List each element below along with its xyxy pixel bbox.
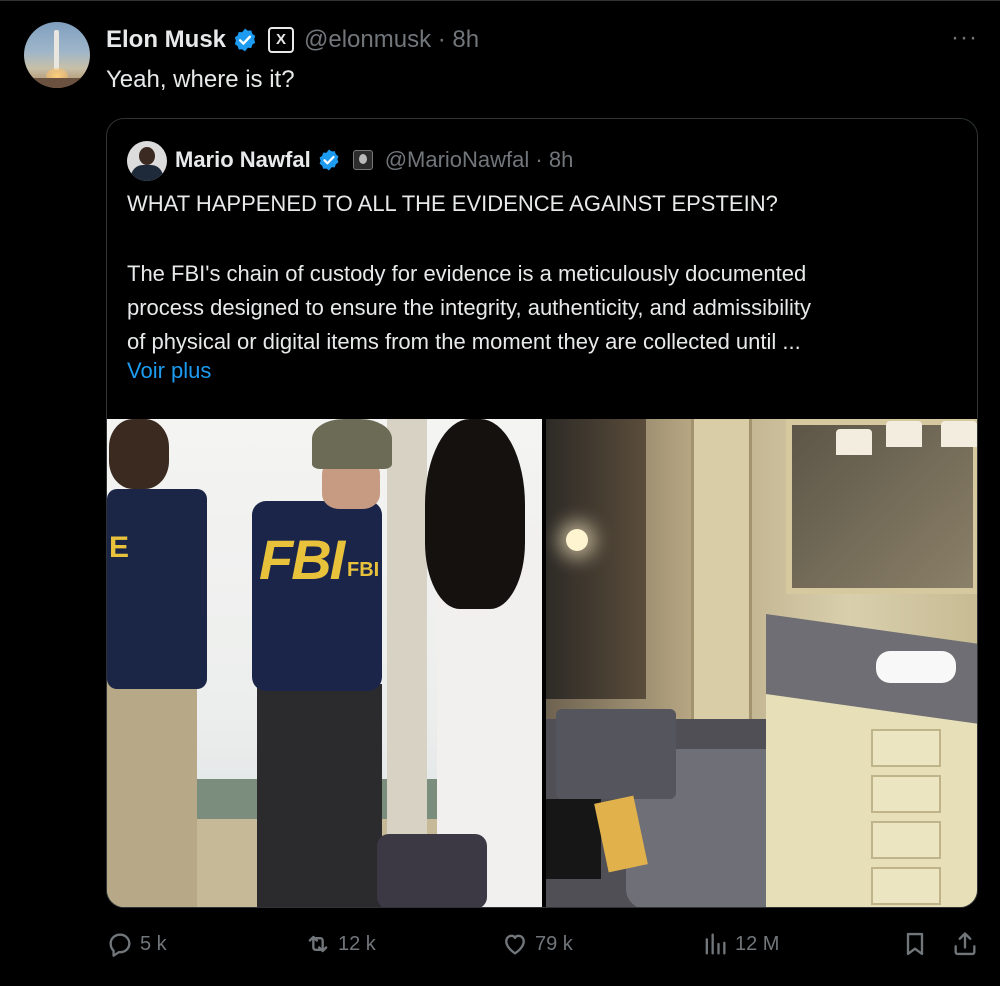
quote-body-line: The FBI's chain of custody for evidence … [127,261,807,286]
photo-lamp [941,421,977,447]
action-bar: 5 k 12 k 79 k 12 M [106,930,986,966]
quote-title: WHAT HAPPENED TO ALL THE EVIDENCE AGAINS… [127,191,778,216]
quote-body-line: process designed to ensure the integrity… [127,295,811,320]
quote-handle-time[interactable]: @MarioNawfal · 8h [385,147,574,173]
agent-left-legs [107,679,197,907]
views-icon [705,933,726,955]
bookmark-button[interactable] [901,930,929,958]
repost-icon [308,935,328,953]
agent-left-head [109,419,169,489]
agent-center-cap [312,419,392,469]
quote-avatar[interactable] [127,141,167,181]
photo-lamp [836,429,872,455]
fbi-lettering: FBI [259,528,345,591]
photo-drawer [871,867,941,905]
photo-lamp [886,421,922,447]
woman-hair [425,419,525,609]
fbi-sleeve-lettering: FBI [347,559,380,581]
affiliate-badge-icon [352,150,373,170]
reply-count: 5 k [140,932,167,955]
reply-icon [109,933,131,957]
author-handle-time[interactable]: @elonmusk · 8h [304,26,479,54]
ground-image [24,78,90,88]
verified-icon [234,28,256,52]
photo-hall-light [566,529,588,551]
quote-avatar-body [131,165,163,181]
views-button[interactable]: 12 M [701,930,779,958]
photo-door [691,419,752,749]
verified-icon [319,149,339,171]
share-icon [954,932,976,956]
views-count: 12 M [735,932,780,955]
bags [377,834,487,907]
bookmark-icon [906,932,924,956]
like-count: 79 k [535,932,573,955]
photo-hallway [546,419,646,699]
photo-fbi-agents[interactable]: E FBI FBI [107,419,542,907]
x-badge-icon: X [268,27,295,53]
author-row: Elon Musk X @elonmusk · 8h [106,24,479,56]
photo-drawer [871,821,941,859]
photo-ottoman [556,709,676,799]
see-more-link[interactable]: Voir plus [127,358,211,384]
share-button[interactable] [951,930,979,958]
agent-left-body [107,489,207,689]
like-icon [505,934,525,955]
quote-author-row: Mario Nawfal @MarioNawfal · 8h [175,145,573,175]
top-divider [0,0,1000,1]
agent-center-legs [257,684,382,907]
more-icon[interactable]: ··· [951,24,978,52]
like-button[interactable]: 79 k [501,930,573,958]
quote-body-line: of physical or digital items from the mo… [127,329,801,354]
repost-count: 12 k [338,932,376,955]
author-name[interactable]: Elon Musk [106,26,226,54]
photo-drawer [871,775,941,813]
photo-towel [876,651,956,683]
quote-author-name[interactable]: Mario Nawfal [175,147,311,173]
quote-body: The FBI's chain of custody for evidence … [127,257,967,359]
photo-drawer [871,729,941,767]
rocket-image [54,30,59,70]
reply-button[interactable]: 5 k [106,930,167,958]
quote-avatar-head [139,147,155,165]
repost-button[interactable]: 12 k [304,930,376,958]
photo-dark-box [546,799,601,879]
quoted-tweet-card[interactable]: Mario Nawfal @MarioNawfal · 8h WHAT HAPP… [106,118,978,908]
agent-left-lettering: E [109,531,130,564]
photo-bathroom[interactable] [546,419,977,907]
avatar[interactable] [24,22,90,88]
tweet-text: Yeah, where is it? [106,66,295,93]
